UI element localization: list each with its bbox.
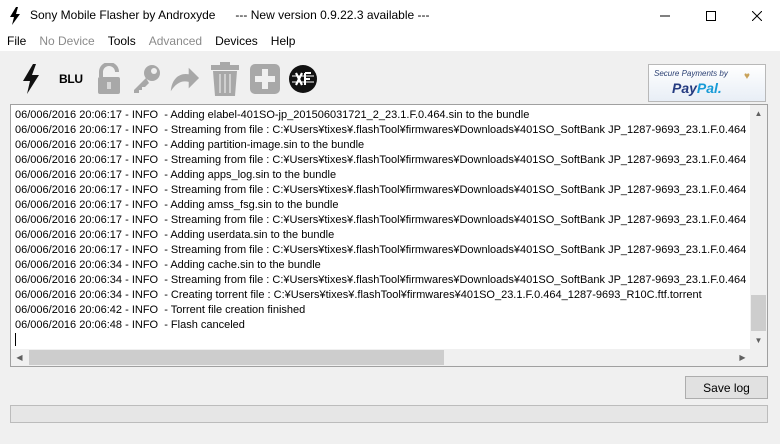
blu-button[interactable]: BLU bbox=[59, 72, 83, 86]
menu-bar: File No Device Tools Advanced Devices He… bbox=[0, 31, 780, 51]
text-caret bbox=[15, 333, 16, 346]
unlock-button[interactable] bbox=[93, 63, 125, 95]
maximize-button[interactable] bbox=[688, 0, 734, 31]
menu-devices[interactable]: Devices bbox=[215, 34, 258, 48]
add-button[interactable] bbox=[249, 63, 281, 95]
log-line: 06/006/2016 20:06:42 - INFO - Torrent fi… bbox=[15, 304, 306, 316]
log-line: 06/006/2016 20:06:17 - INFO - Streaming … bbox=[15, 154, 747, 166]
menu-advanced[interactable]: Advanced bbox=[149, 34, 202, 48]
toolbar: BLU Secure Payments by PayPal. ♥ bbox=[0, 51, 780, 105]
vertical-scrollbar[interactable]: ▲ ▼ bbox=[750, 105, 767, 349]
key-icon bbox=[134, 65, 160, 93]
horizontal-scrollbar[interactable]: ◀ ▶ bbox=[11, 349, 751, 366]
lightning-app-icon bbox=[8, 7, 22, 25]
log-line: 06/006/2016 20:06:17 - INFO - Adding ams… bbox=[15, 199, 339, 211]
log-line: 06/006/2016 20:06:17 - INFO - Adding use… bbox=[15, 229, 335, 241]
vertical-scroll-thumb[interactable] bbox=[751, 295, 766, 331]
log-line: 06/006/2016 20:06:17 - INFO - Adding app… bbox=[15, 169, 337, 181]
paypal-secure-text: Secure Payments by bbox=[654, 69, 728, 78]
title-bar: Sony Mobile Flasher by Androxyde --- New… bbox=[0, 0, 780, 31]
scroll-up-arrow-icon[interactable]: ▲ bbox=[750, 105, 767, 122]
log-line: 06/006/2016 20:06:17 - INFO - Streaming … bbox=[15, 214, 747, 226]
log-line: 06/006/2016 20:06:17 - INFO - Adding par… bbox=[15, 139, 365, 151]
progress-bar bbox=[10, 405, 768, 423]
log-line: 06/006/2016 20:06:34 - INFO - Creating t… bbox=[15, 289, 702, 301]
scroll-right-arrow-icon[interactable]: ▶ bbox=[734, 349, 751, 366]
delete-button[interactable] bbox=[209, 62, 241, 96]
save-log-button[interactable]: Save log bbox=[685, 376, 768, 399]
scroll-down-arrow-icon[interactable]: ▼ bbox=[750, 332, 767, 349]
log-panel[interactable]: 06/006/2016 20:06:17 - INFO - Adding ela… bbox=[10, 104, 768, 367]
redo-button[interactable] bbox=[168, 63, 200, 95]
minimize-button[interactable] bbox=[642, 0, 688, 31]
add-icon bbox=[250, 64, 280, 94]
xperia-firmware-button[interactable] bbox=[287, 63, 319, 95]
heart-icon: ♥ bbox=[744, 71, 750, 82]
maximize-icon bbox=[706, 10, 716, 21]
minimize-icon bbox=[660, 15, 670, 16]
menu-tools[interactable]: Tools bbox=[108, 34, 136, 48]
key-button[interactable] bbox=[131, 63, 163, 95]
unlock-icon bbox=[98, 63, 120, 94]
scroll-left-arrow-icon[interactable]: ◀ bbox=[11, 349, 28, 366]
redo-arrow-icon bbox=[170, 67, 200, 92]
log-output[interactable]: 06/006/2016 20:06:17 - INFO - Adding ela… bbox=[15, 108, 749, 348]
trash-icon bbox=[211, 62, 239, 96]
log-line: 06/006/2016 20:06:34 - INFO - Adding cac… bbox=[15, 259, 321, 271]
paypal-donate-button[interactable]: Secure Payments by PayPal. ♥ bbox=[648, 64, 766, 102]
log-line: 06/006/2016 20:06:17 - INFO - Streaming … bbox=[15, 184, 747, 196]
log-line: 06/006/2016 20:06:48 - INFO - Flash canc… bbox=[15, 319, 245, 331]
log-line: 06/006/2016 20:06:17 - INFO - Streaming … bbox=[15, 244, 747, 256]
window-title: Sony Mobile Flasher by Androxyde --- New… bbox=[30, 8, 430, 22]
menu-no-device[interactable]: No Device bbox=[39, 34, 94, 48]
scrollbar-corner bbox=[750, 349, 767, 366]
close-icon bbox=[752, 10, 762, 21]
xperia-firmware-icon bbox=[289, 65, 317, 93]
flash-button[interactable] bbox=[15, 63, 47, 95]
paypal-logo: PayPal. bbox=[672, 80, 722, 96]
menu-help[interactable]: Help bbox=[271, 34, 296, 48]
menu-file[interactable]: File bbox=[7, 34, 26, 48]
log-line: 06/006/2016 20:06:17 - INFO - Streaming … bbox=[15, 124, 747, 136]
horizontal-scroll-thumb[interactable] bbox=[29, 350, 444, 365]
log-line: 06/006/2016 20:06:34 - INFO - Streaming … bbox=[15, 274, 747, 286]
flash-icon bbox=[23, 64, 39, 94]
close-button[interactable] bbox=[734, 0, 780, 31]
log-line: 06/006/2016 20:06:17 - INFO - Adding ela… bbox=[15, 109, 530, 121]
